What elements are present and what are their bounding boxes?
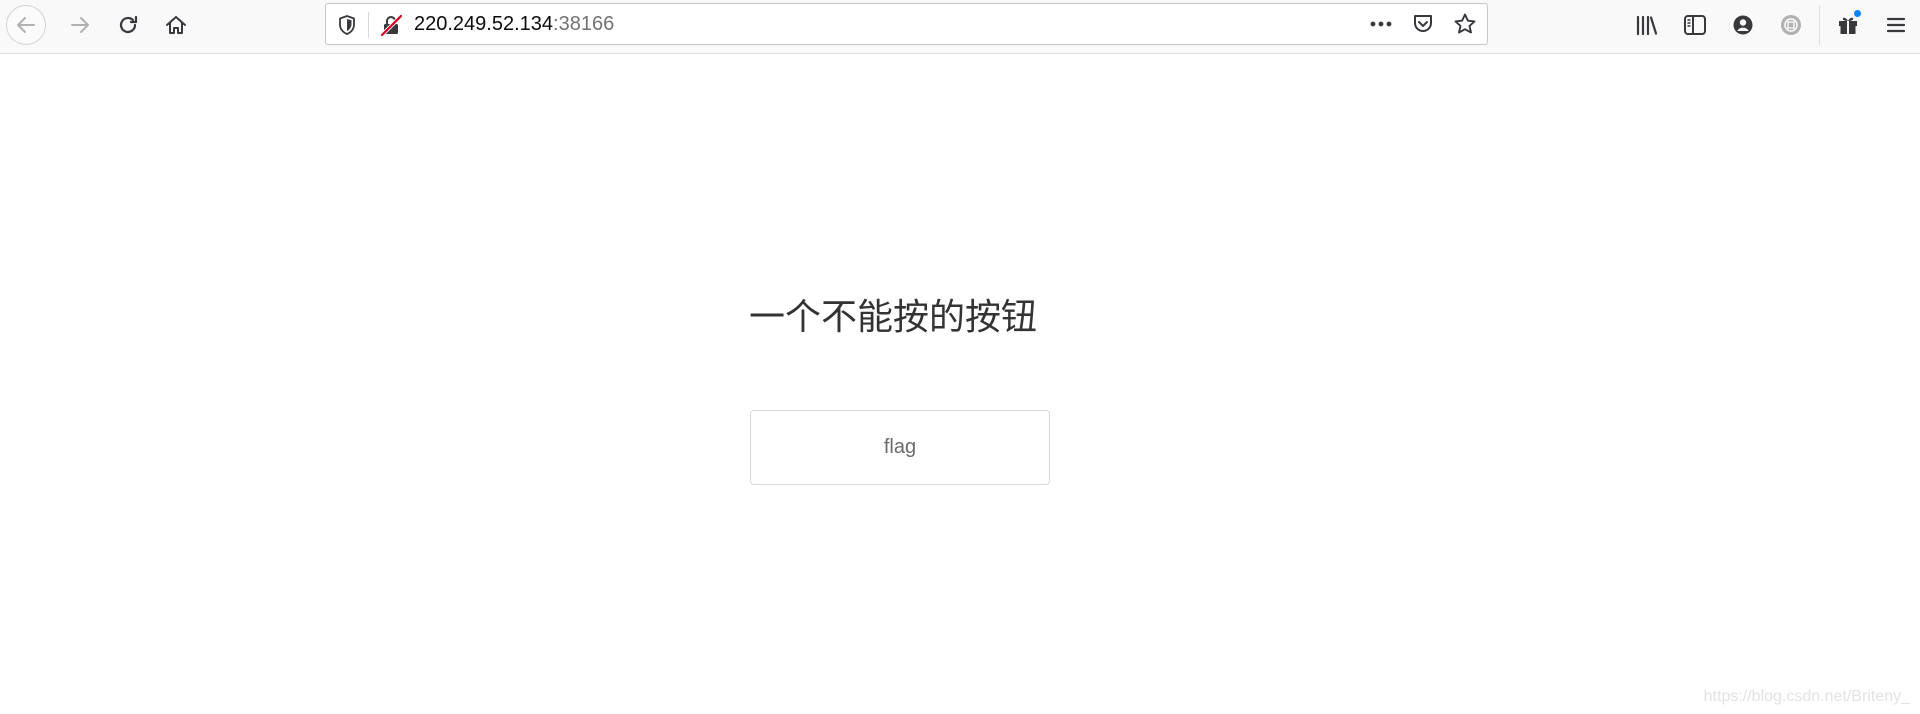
pocket-icon — [1414, 15, 1432, 32]
sidebar-button[interactable] — [1675, 5, 1715, 45]
tracking-protection-button[interactable] — [334, 12, 360, 38]
extension-icon — [1781, 15, 1801, 35]
url-host: 220.249.52.134 — [414, 13, 554, 35]
back-button[interactable] — [6, 5, 46, 45]
sidebar-icon — [1684, 15, 1706, 35]
insecure-lock-icon — [380, 14, 402, 36]
forward-button[interactable] — [60, 5, 100, 45]
url-actions — [1367, 10, 1479, 38]
arrow-right-icon — [71, 17, 89, 33]
more-horizontal-icon — [1370, 21, 1392, 27]
toolbar-separator — [1819, 5, 1820, 45]
url-bar[interactable]: 220.249.52.134:38166 — [325, 3, 1488, 45]
arrow-left-icon — [17, 17, 35, 33]
star-icon — [1454, 13, 1476, 34]
bookmark-star-button[interactable] — [1451, 10, 1479, 38]
account-button[interactable] — [1723, 5, 1763, 45]
reload-icon — [119, 15, 138, 34]
whats-new-button[interactable] — [1828, 5, 1868, 45]
connection-info-button[interactable] — [378, 12, 404, 38]
browser-toolbar: 220.249.52.134:38166 — [0, 0, 1920, 54]
page-content — [0, 54, 1920, 714]
flag-button[interactable]: flag — [750, 410, 1050, 485]
home-button[interactable] — [156, 5, 196, 45]
reload-button[interactable] — [108, 5, 148, 45]
main-menu-button[interactable] — [1876, 5, 1916, 45]
url-separator — [368, 12, 369, 38]
page-heading: 一个不能按的按钮 — [749, 297, 1038, 338]
notification-dot — [1854, 10, 1861, 17]
page-actions-button[interactable] — [1367, 10, 1395, 38]
account-icon — [1733, 15, 1753, 35]
gift-icon — [1839, 17, 1857, 34]
home-icon — [166, 16, 186, 34]
url-port: :38166 — [553, 13, 615, 35]
shield-icon — [339, 15, 355, 35]
toolbar-right — [1623, 5, 1920, 45]
url-text[interactable]: 220.249.52.134:38166 — [414, 4, 614, 44]
extension-button[interactable] — [1771, 5, 1811, 45]
library-icon — [1636, 15, 1658, 36]
hamburger-menu-icon — [1886, 17, 1906, 33]
pocket-button[interactable] — [1409, 10, 1437, 38]
watermark: https://blog.csdn.net/Briteny_ — [1703, 688, 1910, 705]
library-button[interactable] — [1627, 5, 1667, 45]
